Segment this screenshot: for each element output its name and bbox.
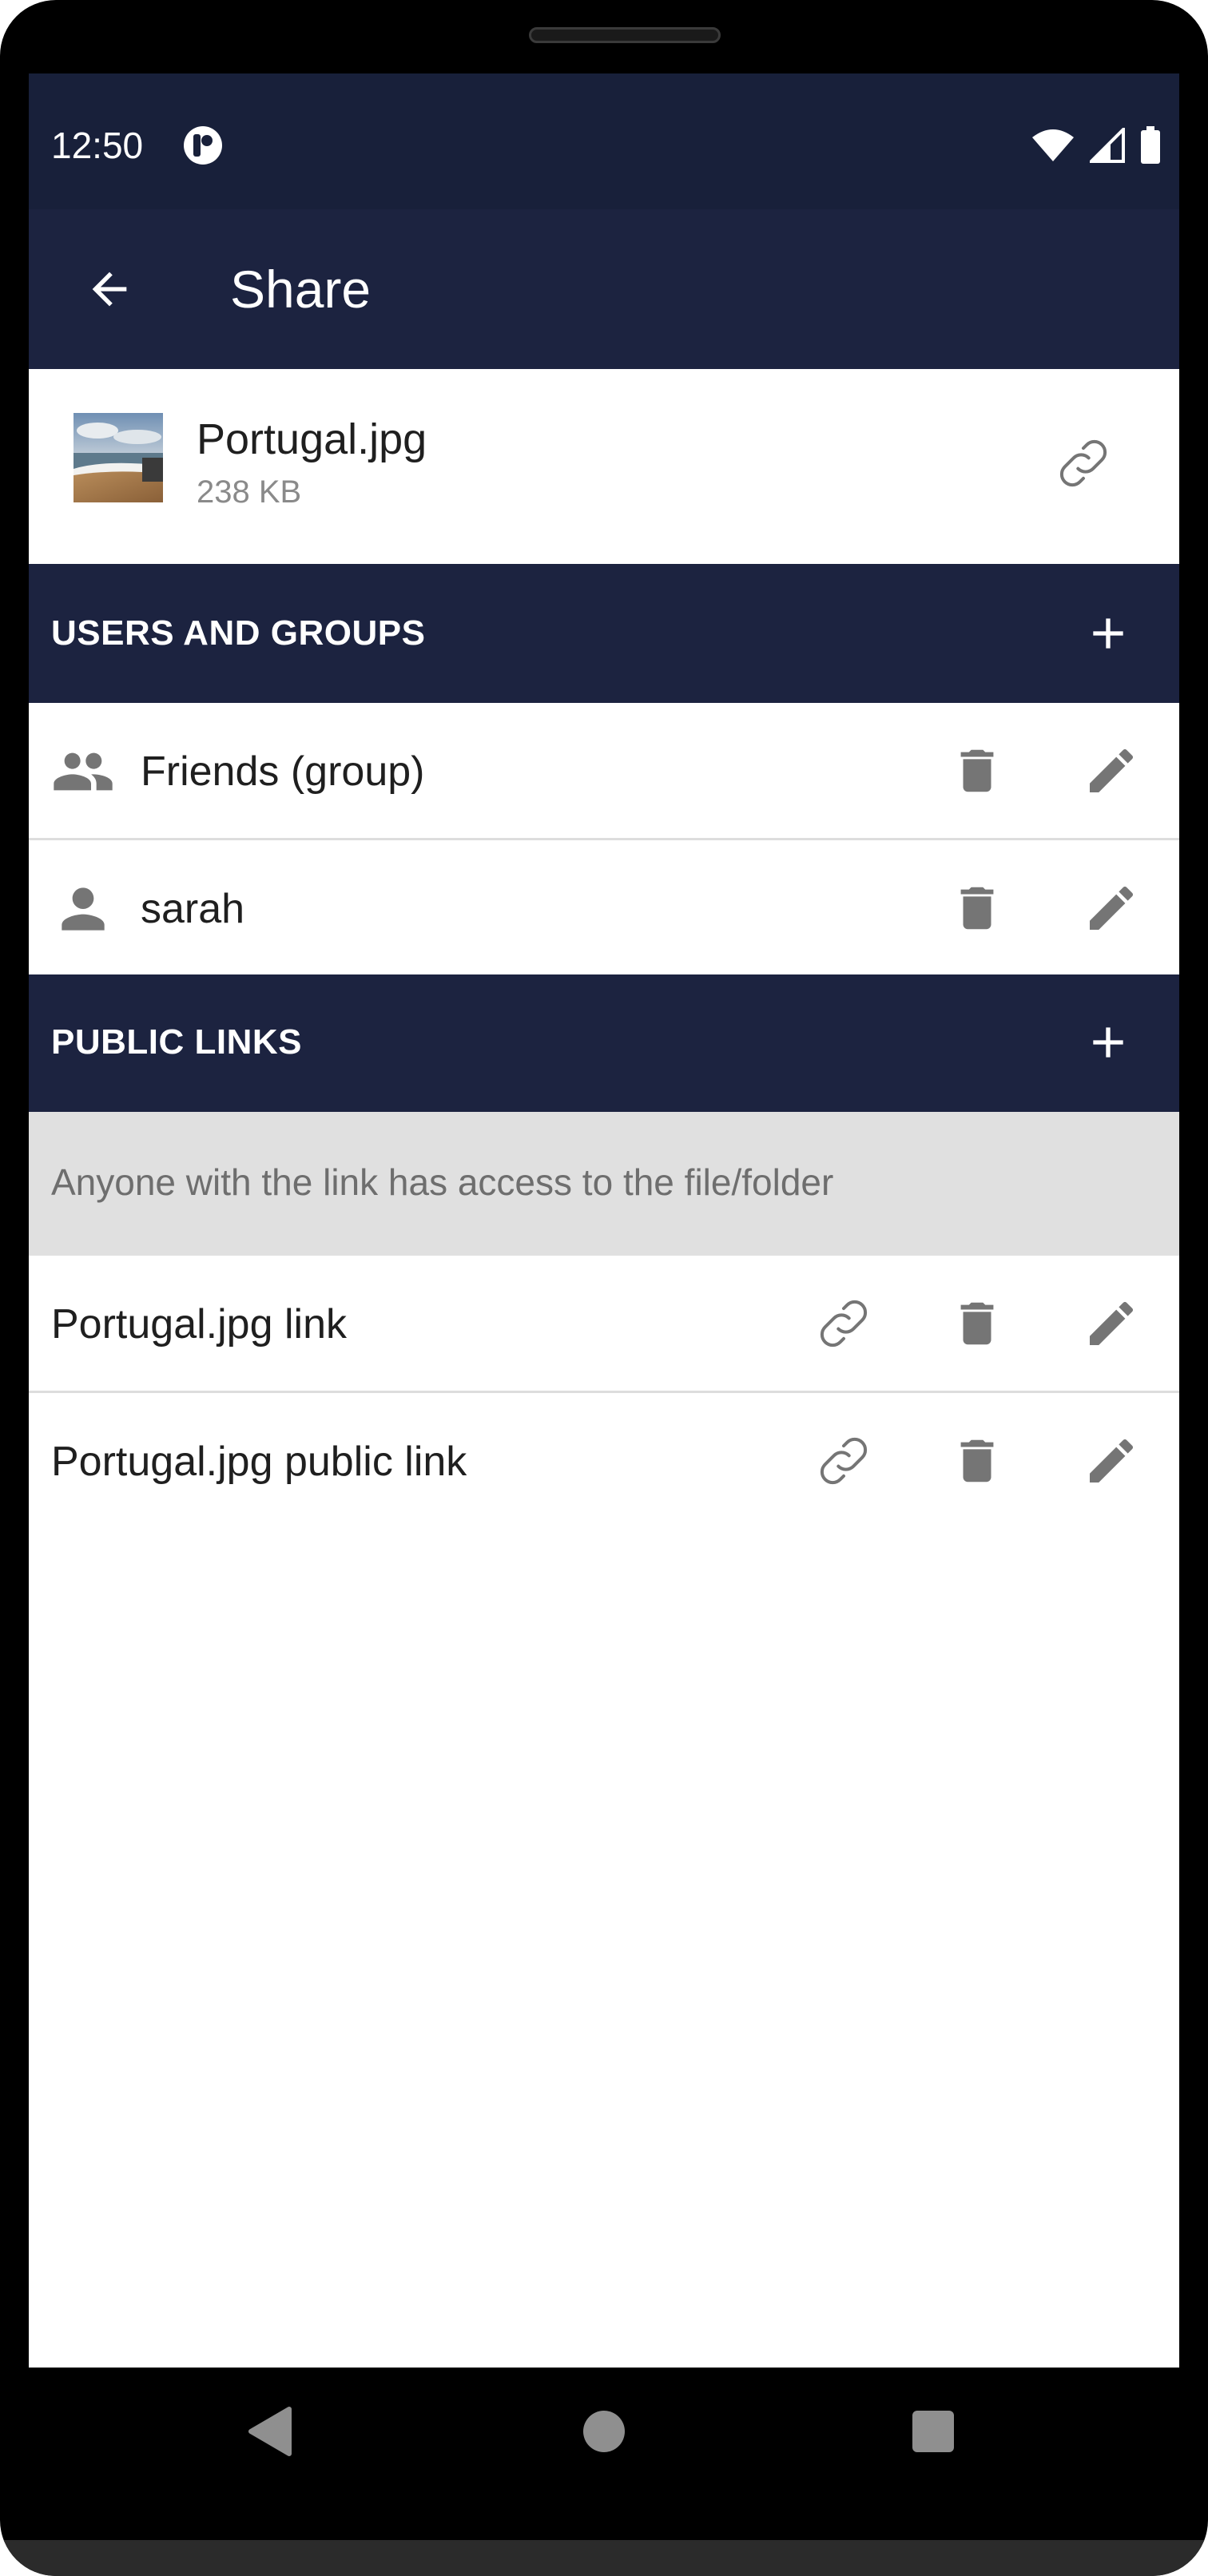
nav-recents-button[interactable]: [885, 2383, 981, 2479]
device-bottom-edge: [0, 2540, 1208, 2576]
trash-icon: [960, 1302, 994, 1345]
plus-icon: [1093, 1027, 1123, 1058]
signal-icon: [1090, 128, 1125, 163]
plus-icon: [1093, 618, 1123, 649]
pencil-icon: [1090, 1439, 1134, 1482]
public-links-info-banner: Anyone with the link has access to the f…: [29, 1112, 1179, 1256]
status-icons: [1031, 125, 1162, 166]
beach-photo-thumbnail: [74, 413, 163, 502]
public-links-header: PUBLIC LINKS: [29, 974, 1179, 1112]
file-size: 238 KB: [197, 474, 302, 510]
add-public-link-button[interactable]: [1064, 998, 1152, 1086]
delete-share-button[interactable]: [933, 727, 1021, 815]
battery-icon: [1141, 126, 1160, 164]
nav-back-button[interactable]: [222, 2383, 318, 2479]
status-time: 12:50: [51, 125, 144, 166]
share-row-label: Friends (group): [141, 748, 425, 795]
add-user-or-group-button[interactable]: [1064, 589, 1152, 677]
copy-private-link-button[interactable]: [1043, 423, 1123, 503]
link-icon: [820, 1300, 868, 1348]
edit-link-button[interactable]: [1067, 1417, 1155, 1505]
device-speaker: [529, 27, 721, 43]
file-thumbnail: [74, 413, 163, 502]
edit-share-button[interactable]: [1067, 727, 1155, 815]
delete-share-button[interactable]: [933, 864, 1021, 952]
public-links-title: PUBLIC LINKS: [51, 1022, 302, 1062]
public-link-label: Portugal.jpg link: [51, 1301, 347, 1348]
file-name: Portugal.jpg: [197, 415, 427, 463]
person-icon: [51, 877, 115, 941]
public-link-label: Portugal.jpg public link: [51, 1439, 467, 1485]
trash-icon: [960, 887, 994, 930]
copy-link-button[interactable]: [800, 1417, 888, 1505]
users-and-groups-header: USERS AND GROUPS: [29, 564, 1179, 703]
pencil-icon: [1090, 1301, 1134, 1345]
edit-link-button[interactable]: [1067, 1280, 1155, 1367]
nav-back-triangle-icon: [248, 2407, 292, 2456]
arrow-back-icon: [92, 272, 127, 307]
trash-icon: [960, 1439, 994, 1482]
share-row-label: sarah: [141, 886, 245, 932]
device-frame: 12:50 Share Portugal.jpg 238 KB USERS AN…: [0, 0, 1208, 2576]
public-links-info-text: Anyone with the link has access to the f…: [51, 1161, 834, 1203]
public-link-row[interactable]: Portugal.jpg link: [29, 1256, 1179, 1393]
back-button[interactable]: [74, 253, 145, 325]
app-notification-icon: [184, 126, 222, 165]
system-navigation-bar: [29, 2368, 1179, 2495]
share-row-sarah[interactable]: sarah: [29, 840, 1179, 978]
status-bar: 12:50: [29, 73, 1179, 209]
nav-recents-square-icon: [912, 2411, 954, 2452]
page-title: Share: [230, 260, 372, 319]
app-bar: Share: [29, 209, 1179, 369]
delete-link-button[interactable]: [933, 1417, 1021, 1505]
link-icon: [1059, 439, 1107, 487]
nav-home-button[interactable]: [556, 2383, 652, 2479]
wifi-icon: [1032, 129, 1074, 161]
file-header: Portugal.jpg 238 KB: [29, 369, 1179, 564]
nav-home-circle-icon: [583, 2411, 625, 2452]
screen: 12:50 Share Portugal.jpg 238 KB USERS AN…: [29, 73, 1179, 2368]
edit-share-button[interactable]: [1067, 864, 1155, 952]
pencil-icon: [1090, 886, 1134, 930]
pencil-icon: [1090, 748, 1134, 792]
link-icon: [820, 1437, 868, 1485]
copy-link-button[interactable]: [800, 1280, 888, 1367]
trash-icon: [960, 749, 994, 792]
users-and-groups-title: USERS AND GROUPS: [51, 613, 426, 653]
group-icon: [51, 740, 115, 804]
share-row-friends-group[interactable]: Friends (group): [29, 703, 1179, 840]
public-link-row[interactable]: Portugal.jpg public link: [29, 1393, 1179, 1530]
delete-link-button[interactable]: [933, 1280, 1021, 1367]
